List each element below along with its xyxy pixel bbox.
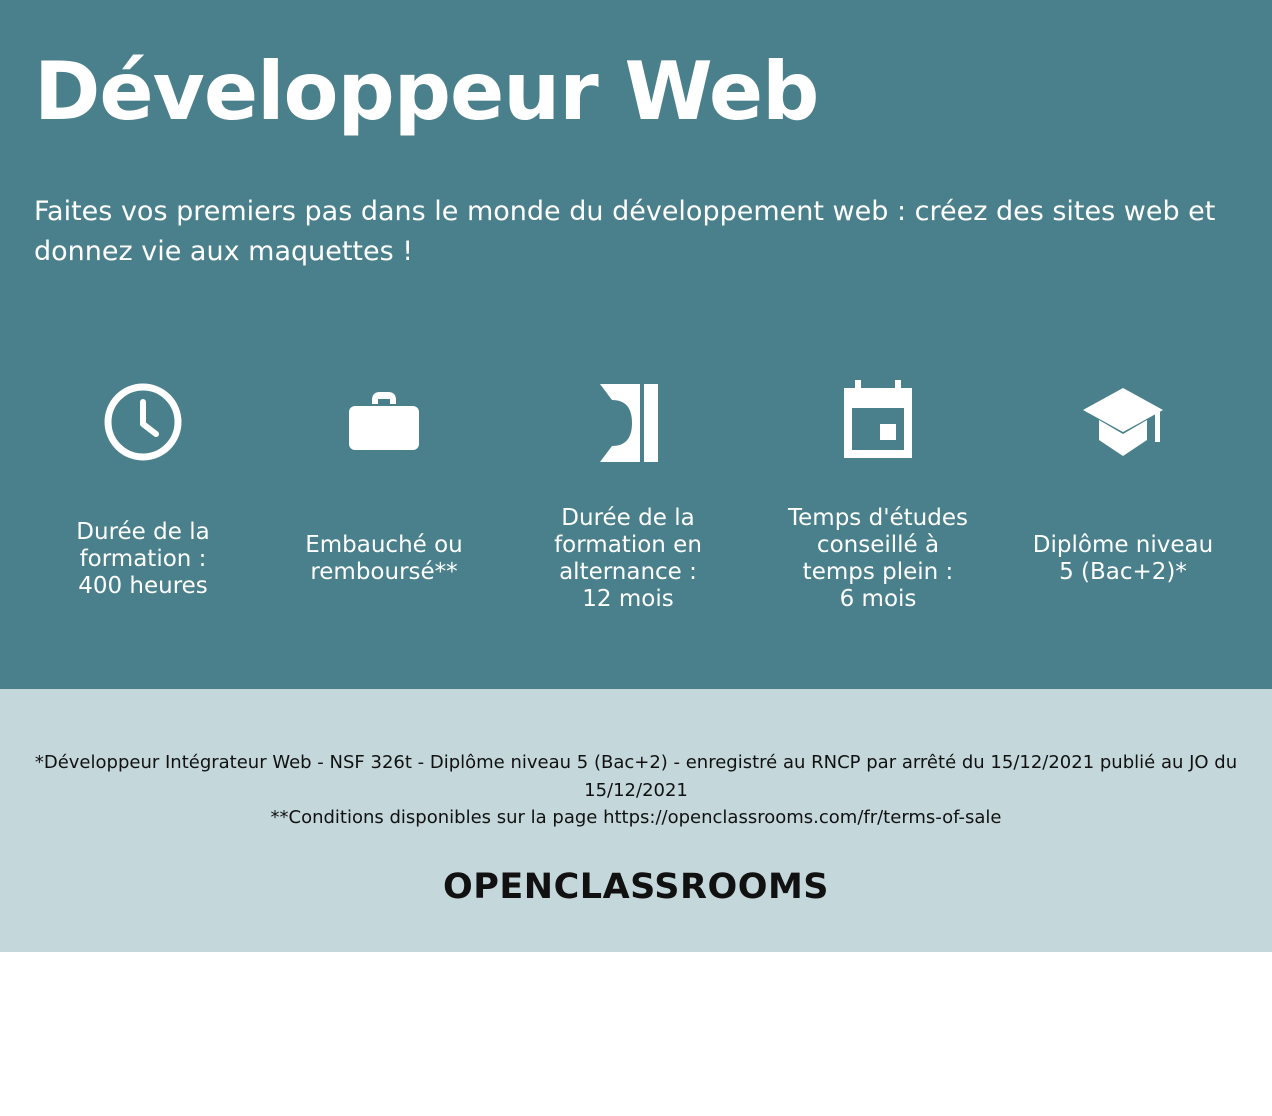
clock-icon	[103, 380, 183, 464]
openclassrooms-logo: OPENCLASSROOMS	[442, 867, 830, 907]
legal-note-conditions: **Conditions disponibles sur la page htt…	[270, 807, 1002, 828]
feature-diploma: Diplôme niveau 5 (Bac+2)*	[1003, 340, 1243, 660]
legal-note: *Développeur Intégrateur Web - NSF 326t …	[10, 749, 1262, 832]
page-subtitle: Faites vos premiers pas dans le monde du…	[34, 196, 1216, 267]
calendar-icon	[838, 380, 918, 464]
hero-section: Développeur Web Faites vos premiers pas …	[0, 0, 1272, 689]
legal-note-diploma: *Développeur Intégrateur Web - NSF 326t …	[34, 752, 1238, 801]
feature-alternance: Durée de la formation en alternance : 12…	[508, 340, 748, 660]
feature-study-time: Temps d'études conseillé à temps plein :…	[758, 340, 998, 660]
feature-guarantee: Embauché ou remboursé**	[264, 340, 504, 660]
feature-label-diploma: Diplôme niveau 5 (Bac+2)*	[1032, 532, 1214, 585]
openclassrooms-logo-icon	[588, 380, 668, 464]
feature-duration: Durée de la formation : 400 heures	[23, 340, 263, 660]
feature-label-guarantee: Embauché ou remboursé**	[305, 532, 463, 585]
footer-section: *Développeur Intégrateur Web - NSF 326t …	[0, 689, 1272, 952]
feature-label-duration: Durée de la formation : 400 heures	[76, 518, 210, 599]
features-row: Durée de la formation : 400 heures Embau…	[0, 340, 1272, 660]
page-title: Développeur Web	[34, 45, 819, 138]
briefcase-icon	[344, 380, 424, 464]
graduation-cap-icon	[1083, 380, 1163, 464]
feature-label-study-time: Temps d'études conseillé à temps plein :…	[788, 505, 968, 612]
feature-label-alternance: Durée de la formation en alternance : 12…	[554, 505, 702, 612]
